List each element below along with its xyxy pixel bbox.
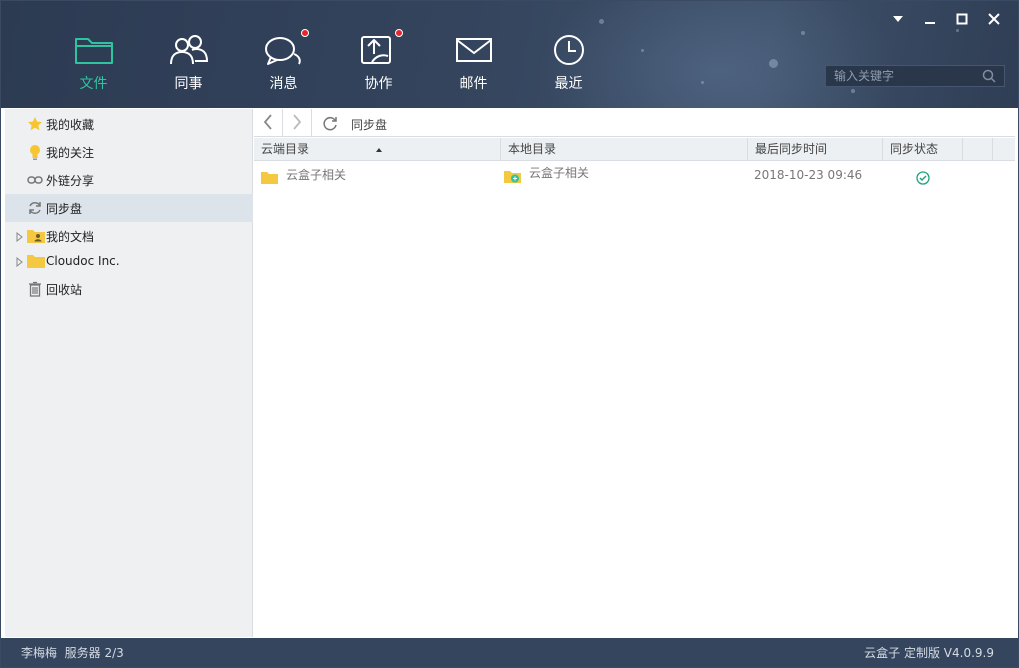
dropdown-menu-icon[interactable]	[882, 9, 914, 29]
nav-mail-label: 邮件	[459, 76, 488, 92]
sidebar-item-sync-disk[interactable]: 同步盘	[5, 194, 253, 222]
collaboration-icon	[358, 29, 403, 67]
folder-icon	[27, 252, 45, 270]
search-icon[interactable]	[982, 69, 996, 86]
sidebar-item-label: 回收站	[46, 282, 83, 297]
cloud-dir-cell: 云盒子相关	[286, 168, 347, 182]
clock-icon	[548, 33, 590, 67]
nav-messages[interactable]: 消息	[236, 1, 331, 108]
sidebar-item-external-links[interactable]: 外链分享	[5, 166, 253, 194]
local-dir-cell: 云盒子相关	[529, 166, 590, 180]
sidebar-item-cloudoc-inc[interactable]: Cloudoc Inc.	[5, 247, 253, 275]
back-button[interactable]	[254, 109, 283, 137]
table-row[interactable]: 云盒子相关 云盒子相关 2018-10-23 09:46	[254, 162, 1015, 188]
nav-messages-label: 消息	[269, 76, 298, 92]
nav-collaboration[interactable]: 协作	[331, 1, 426, 108]
status-user: 李梅梅	[21, 646, 58, 660]
nav-collaboration-label: 协作	[364, 76, 393, 92]
sync-folder-icon	[504, 167, 522, 183]
column-header-last-sync[interactable]: 最后同步时间	[748, 138, 883, 161]
folder-icon	[73, 33, 115, 67]
column-header-label: 本地目录	[508, 142, 557, 156]
user-folder-icon	[27, 227, 45, 245]
window-controls	[882, 9, 1010, 29]
nav-files[interactable]: 文件	[46, 1, 141, 108]
column-header-extra	[963, 138, 993, 161]
status-version: 云盒子 定制版 V4.0.9.9	[864, 646, 994, 660]
nav-files-label: 文件	[79, 76, 108, 92]
chevron-left-icon	[263, 113, 273, 133]
column-header-local-dir[interactable]: 本地目录	[501, 138, 748, 161]
column-header-label: 同步状态	[890, 142, 939, 156]
expand-arrow-icon[interactable]	[16, 256, 24, 268]
sync-icon	[26, 199, 44, 217]
sidebar: 我的收藏 我的关注 外链分享 同步盘 我的文档 Cloudoc Inc. 回收站	[5, 109, 253, 637]
folder-icon	[261, 167, 278, 184]
column-header-cloud-dir[interactable]: 云端目录	[254, 138, 501, 161]
column-header-label: 云端目录	[261, 142, 310, 156]
sort-ascending-icon	[375, 138, 383, 161]
chat-icon	[263, 29, 309, 67]
sidebar-item-label: 外链分享	[46, 173, 95, 188]
sidebar-item-recycle-bin[interactable]: 回收站	[5, 275, 253, 303]
sidebar-item-label: 我的文档	[46, 229, 95, 244]
status-left: 李梅梅 服务器 2/3	[21, 644, 124, 661]
sidebar-item-label: Cloudoc Inc.	[46, 254, 120, 268]
breadcrumb[interactable]: 同步盘	[351, 116, 387, 133]
nav-colleagues[interactable]: 同事	[141, 1, 236, 108]
lightbulb-icon	[26, 143, 44, 161]
messages-badge	[300, 29, 309, 37]
collaboration-badge	[394, 29, 403, 37]
contacts-icon	[168, 33, 210, 67]
main-panel: 同步盘 云端目录 本地目录 最后同步时间 同步状态 云盒子相关 云盒子相关 20…	[254, 109, 1015, 637]
nav-recent-label: 最近	[554, 76, 583, 92]
status-bar: 李梅梅 服务器 2/3 云盒子 定制版 V4.0.9.9	[1, 638, 1018, 667]
forward-button[interactable]	[283, 109, 312, 137]
star-icon	[26, 115, 44, 133]
nav-colleagues-label: 同事	[174, 76, 203, 92]
header: 文件 同事 消息 协作 邮件 最近 输入关键字	[1, 1, 1018, 108]
status-server: 服务器 2/3	[64, 646, 124, 660]
minimize-icon[interactable]	[914, 9, 946, 29]
nav-mail[interactable]: 邮件	[426, 1, 521, 108]
table-header: 云端目录 本地目录 最后同步时间 同步状态	[254, 138, 1015, 161]
trash-icon	[26, 280, 44, 298]
link-icon	[26, 171, 44, 189]
refresh-icon[interactable]	[322, 115, 338, 134]
last-sync-cell: 2018-10-23 09:46	[754, 168, 863, 182]
main-nav: 文件 同事 消息 协作 邮件 最近	[46, 1, 616, 108]
search-input[interactable]	[834, 68, 979, 84]
sidebar-item-favorites[interactable]: 我的收藏	[5, 110, 253, 138]
sidebar-item-label: 同步盘	[46, 201, 83, 216]
sidebar-item-label: 我的收藏	[46, 117, 95, 132]
maximize-icon[interactable]	[946, 9, 978, 29]
path-toolbar: 同步盘	[254, 109, 1015, 137]
app-window: 文件 同事 消息 协作 邮件 最近 输入关键字 我的收藏 我的关注 外链分享 同…	[0, 0, 1019, 668]
sync-ok-icon	[916, 168, 930, 185]
expand-arrow-icon[interactable]	[16, 231, 24, 243]
sidebar-item-my-documents[interactable]: 我的文档	[5, 222, 253, 250]
mail-icon	[453, 33, 495, 67]
close-icon[interactable]	[978, 9, 1010, 29]
column-header-label: 最后同步时间	[755, 142, 828, 156]
search-box	[825, 65, 1005, 87]
nav-recent[interactable]: 最近	[521, 1, 616, 108]
column-header-sync-status[interactable]: 同步状态	[883, 138, 963, 161]
sidebar-item-following[interactable]: 我的关注	[5, 138, 253, 166]
sidebar-item-label: 我的关注	[46, 145, 95, 160]
chevron-right-icon	[292, 113, 302, 133]
